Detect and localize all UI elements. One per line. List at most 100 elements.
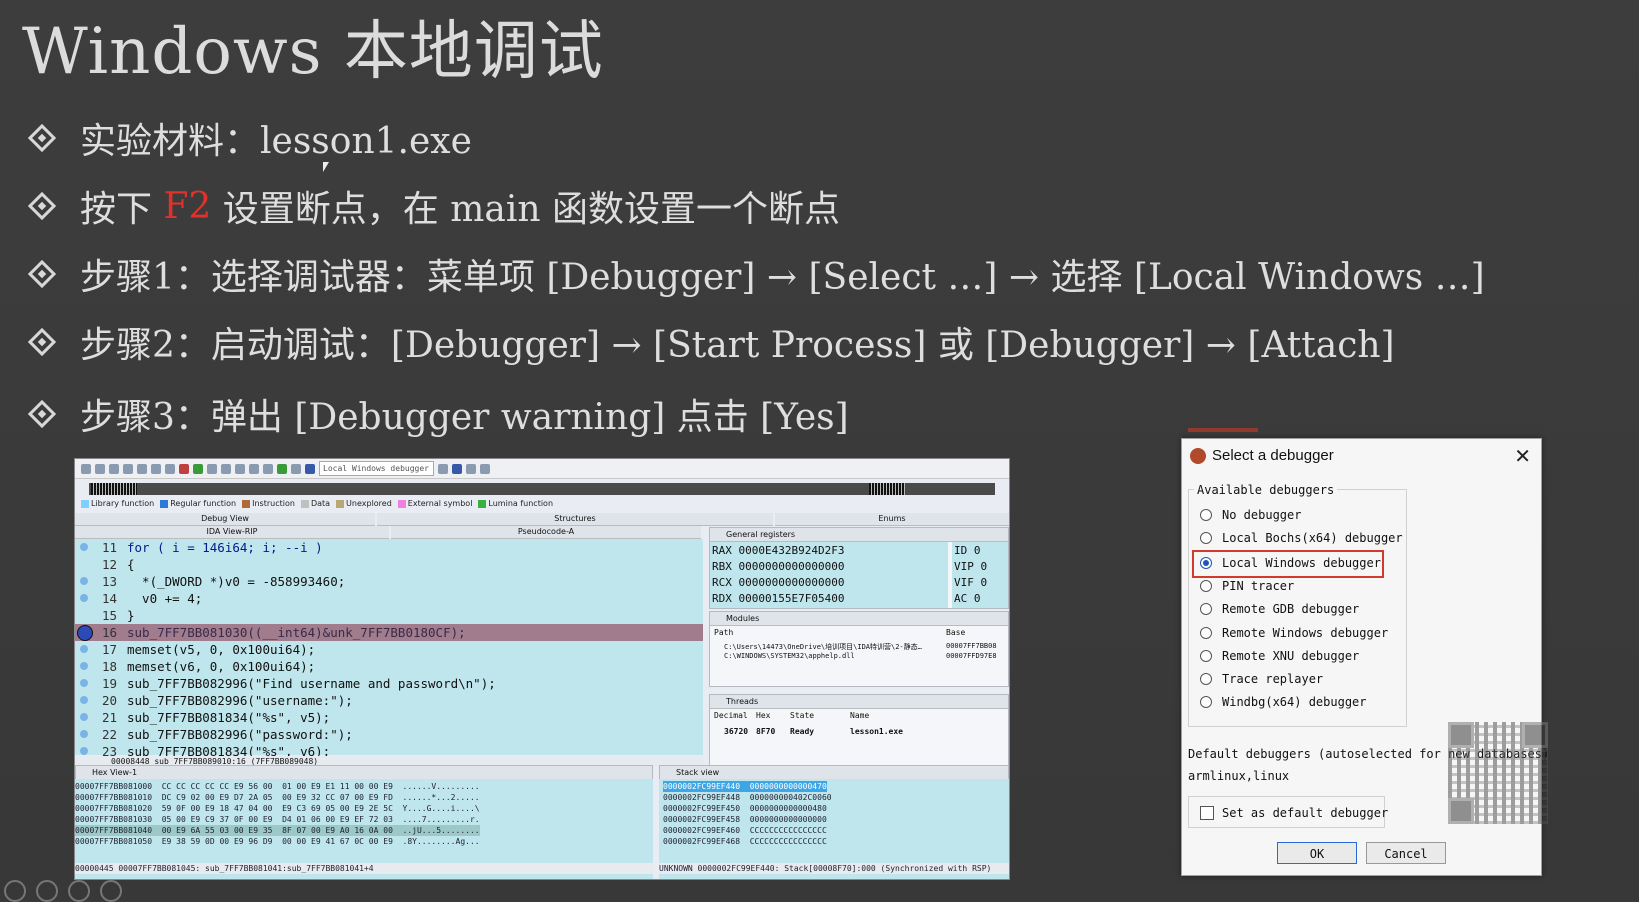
struct-icon[interactable] [235, 463, 245, 474]
thread-name[interactable]: lesson1.exe [850, 727, 903, 736]
radio-icon[interactable] [1200, 532, 1212, 544]
registers-list[interactable]: RAX 0000E432B924D2F3 RBX 000000000000000… [710, 542, 948, 608]
hex-line[interactable]: 00007FF7BB081000 CC CC CC CC CC E9 56 00… [75, 781, 480, 792]
radio-icon[interactable] [1200, 673, 1212, 685]
radio-icon[interactable] [1200, 509, 1212, 521]
radio-trace-replayer[interactable]: Trace replayer [1200, 669, 1323, 689]
hex-line-selected[interactable]: 00007FF7BB081040 00 E9 6A 55 03 00 E9 35… [75, 825, 480, 836]
code-line[interactable]: 12 { [75, 556, 703, 573]
code-line[interactable]: 21 sub_7FF7BB081834("%s", v5); [75, 709, 703, 726]
data-icon[interactable] [221, 463, 231, 474]
hex-line[interactable]: 00007FF7BB081030 05 00 E9 C9 37 0F 00 E9… [75, 814, 480, 825]
open-icon[interactable] [81, 463, 91, 474]
code-line[interactable]: 13 *(_DWORD *)v0 = -858993460; [75, 573, 703, 590]
hex-line[interactable]: 00007FF7BB081020 59 0F 00 E9 18 47 04 00… [75, 803, 480, 814]
code-line[interactable]: 18 memset(v6, 0, 0x100ui64); [75, 658, 703, 675]
close-icon[interactable]: ✕ [1514, 444, 1531, 469]
line-dot-icon[interactable] [80, 594, 88, 602]
radio-windbg[interactable]: Windbg(x64) debugger [1200, 692, 1367, 712]
hex-line[interactable]: 00007FF7BB081010 DC C9 02 00 E9 D7 2A 05… [75, 792, 480, 803]
text-icon[interactable] [165, 463, 175, 474]
zoom-icon[interactable] [4, 880, 26, 902]
radio-icon[interactable] [1200, 580, 1212, 592]
breakpoint-line[interactable]: 16 sub_7FF7BB081030((__int64)&unk_7FF7BB0… [75, 624, 703, 641]
radio-remote-gdb[interactable]: Remote GDB debugger [1200, 599, 1359, 619]
module-path[interactable]: C:\Users\14473\OneDrive\培训项目\IDA特训营\2-静态… [724, 642, 944, 652]
navigation-band[interactable] [89, 483, 995, 495]
start-debug-icon[interactable] [277, 463, 287, 474]
back-icon[interactable] [109, 463, 119, 474]
breakpoint-icon[interactable] [77, 625, 93, 641]
stack-view[interactable]: 0000002FC99EF440 0000000000000470 000000… [659, 779, 1009, 879]
settings-icon[interactable] [480, 463, 490, 474]
tab-structures[interactable]: Structures [377, 513, 773, 526]
radio-icon[interactable] [1200, 603, 1212, 615]
radio-icon[interactable] [1200, 696, 1212, 708]
line-dot-icon[interactable] [80, 662, 88, 670]
register-row[interactable]: RBX 0000000000000000 [712, 560, 844, 573]
pause-icon[interactable] [291, 463, 301, 474]
more-icon[interactable] [100, 880, 122, 902]
stack-line[interactable]: 0000002FC99EF448 000000000402C0060 [663, 792, 832, 803]
hex-view[interactable]: 00007FF7BB081000 CC CC CC CC CC E9 56 00… [75, 779, 653, 879]
module-path[interactable]: C:\WINDOWS\SYSTEM32\apphelp.dll [724, 652, 855, 660]
radio-pin-tracer[interactable]: PIN tracer [1200, 576, 1294, 596]
code-line[interactable]: 14 v0 += 4; [75, 590, 703, 607]
grid-view-icon[interactable] [36, 880, 58, 902]
stack-line[interactable]: 0000002FC99EF460 CCCCCCCCCCCCCCCC [663, 825, 827, 836]
stack-line[interactable]: 0000002FC99EF458 0000000000000000 [663, 814, 827, 825]
tab-debug-view[interactable]: Debug View [75, 513, 375, 526]
set-default-checkbox[interactable]: Set as default debugger [1200, 806, 1388, 820]
register-row[interactable]: RCX 0000000000000000 [712, 576, 844, 589]
search-icon[interactable] [151, 463, 161, 474]
flags-list[interactable]: ID 0 VIP 0 VIF 0 AC 0 [952, 542, 1008, 608]
video-off-icon[interactable] [68, 880, 90, 902]
run-icon[interactable] [193, 463, 203, 474]
line-dot-icon[interactable] [80, 696, 88, 704]
close-icon[interactable] [263, 463, 273, 474]
ok-button[interactable]: OK [1277, 842, 1357, 864]
register-row[interactable]: RAX 0000E432B924D2F3 [712, 544, 844, 557]
tab-ida-view[interactable]: IDA View-RIP [75, 526, 389, 539]
stack-line[interactable]: 0000002FC99EF450 0000000000000480 [663, 803, 827, 814]
save-icon[interactable] [95, 463, 105, 474]
stack-line-selected[interactable]: 0000002FC99EF440 0000000000000470 [663, 781, 827, 792]
code-line[interactable]: 15} [75, 607, 703, 624]
line-dot-icon[interactable] [80, 713, 88, 721]
register-row[interactable]: RDX 00000155E7F05400 [712, 592, 844, 605]
radio-no-debugger[interactable]: No debugger [1200, 505, 1301, 525]
cancel-button[interactable]: Cancel [1366, 842, 1446, 864]
tab-enums[interactable]: Enums [775, 513, 1009, 526]
code-icon[interactable] [207, 463, 217, 474]
stack-line[interactable]: 0000002FC99EF468 CCCCCCCCCCCCCCCC [663, 836, 827, 847]
code-line[interactable]: 11 for ( i = 146i64; i; --i ) [75, 539, 703, 556]
line-dot-icon[interactable] [80, 543, 88, 551]
line-dot-icon[interactable] [80, 645, 88, 653]
jump-icon[interactable] [137, 463, 147, 474]
radio-local-bochs[interactable]: Local Bochs(x64) debugger [1200, 528, 1403, 548]
debugger-select[interactable]: Local Windows debugger [319, 461, 434, 476]
thread-decimal[interactable]: 36720 [724, 727, 748, 736]
code-line[interactable]: 19 sub_7FF7BB082996("Find username and pa… [75, 675, 703, 692]
line-dot-icon[interactable] [80, 730, 88, 738]
run-to-cursor-icon[interactable] [466, 463, 476, 474]
line-dot-icon[interactable] [80, 577, 88, 585]
hex-line[interactable]: 00007FF7BB081050 E9 38 59 0D 00 E9 96 D9… [75, 836, 480, 847]
radio-icon[interactable] [1200, 627, 1212, 639]
code-line[interactable]: 20 sub_7FF7BB082996("username:"); [75, 692, 703, 709]
radio-remote-windows[interactable]: Remote Windows debugger [1200, 623, 1388, 643]
graph-icon[interactable] [179, 463, 189, 474]
code-line[interactable]: 17 memset(v5, 0, 0x100ui64); [75, 641, 703, 658]
thread-hex[interactable]: 8F70 [756, 727, 775, 736]
forward-icon[interactable] [123, 463, 133, 474]
pseudocode-view[interactable]: 11 for ( i = 146i64; i; --i ) 12 { 13 *(_D… [75, 539, 703, 759]
patch-icon[interactable] [249, 463, 259, 474]
stop-icon[interactable] [305, 463, 315, 474]
step-over-icon[interactable] [452, 463, 462, 474]
step-into-icon[interactable] [438, 463, 448, 474]
radio-remote-xnu[interactable]: Remote XNU debugger [1200, 646, 1359, 666]
checkbox-icon[interactable] [1200, 806, 1214, 820]
line-dot-icon[interactable] [80, 679, 88, 687]
radio-icon[interactable] [1200, 650, 1212, 662]
line-dot-icon[interactable] [80, 747, 88, 755]
